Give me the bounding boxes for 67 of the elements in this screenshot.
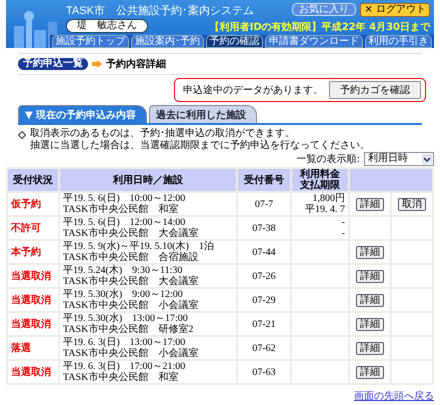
detail-button[interactable]: 詳細 [356, 318, 384, 330]
nav-tab[interactable]: 施設案内･予約 [131, 35, 204, 48]
number-cell: 07-62 [238, 337, 290, 359]
date-facility-cell: 平19. 5. 6(日) 12:00～14:00 TASK市中央公民館 大会議室 [60, 217, 236, 239]
column-header: 利用日時／施設 [60, 169, 236, 191]
status-cell: 当選取消 [8, 265, 58, 287]
cancel-button[interactable]: 取消 [398, 198, 426, 210]
nav-tab[interactable]: 予約の確認 [206, 35, 264, 48]
detail-button[interactable]: 詳細 [356, 270, 384, 282]
arrow-icon [92, 60, 102, 68]
detail-button[interactable]: 詳細 [356, 246, 384, 258]
breadcrumb-current: 予約内容詳細 [106, 57, 166, 71]
date-facility-cell: 平19. 6. 3(日) 17:00～21:00 TASK市中央公民館 和室 [60, 361, 236, 383]
fee-cell [292, 313, 348, 335]
caret-icon [422, 154, 432, 164]
status-cell: 当選取消 [8, 289, 58, 311]
number-cell: 07-63 [238, 361, 290, 383]
date-facility-cell: 平19. 6. 3(日) 13:00～17:00 TASK市中央公民館 小会議室 [60, 337, 236, 359]
user-name: 堤 敏志さん [66, 19, 148, 33]
detail-button[interactable]: 詳細 [356, 366, 384, 378]
detail-button[interactable]: 詳細 [356, 198, 384, 210]
fee-cell: 1,800円 平19. 4. 7 [292, 193, 348, 215]
logout-button[interactable]: × ログアウト [360, 3, 430, 17]
fee-cell [292, 361, 348, 383]
date-facility-cell: 平19. 5.30(水) 9:00～12:00 TASK市中央公民館 小会議室 [60, 289, 236, 311]
fee-cell: - - [292, 217, 348, 239]
back-to-top-link[interactable]: 画面の先頭へ戻る [6, 389, 434, 403]
tab[interactable]: ▼ 現在の予約申込み内容 [18, 105, 148, 123]
app-title: TASK市 公共施設予約･案内システム [66, 4, 254, 18]
cart-button[interactable]: 予約カゴを確認 [329, 81, 421, 99]
status-cell: 不許可 [8, 217, 58, 239]
nav-tab[interactable]: 施設予約トップ [52, 35, 130, 48]
sort-dropdown[interactable]: 利用日時 [364, 152, 434, 166]
date-facility-cell: 平19. 5.30(水) 13:00～17:00 TASK市中央公民館 研修室2 [60, 313, 236, 335]
date-facility-cell: 平19. 5. 9(水)～平19. 5.10(木) 1泊 TASK市中央公民館 合宿施設 [60, 241, 236, 263]
number-cell: 07-29 [238, 289, 290, 311]
diamond-icon [18, 131, 26, 139]
notice-message: 申込途中のデータがあります。 [183, 84, 323, 97]
detail-button[interactable]: 詳細 [356, 342, 384, 354]
breadcrumb-link[interactable]: 予約申込一覧 [18, 58, 88, 70]
number-cell: 07-38 [238, 217, 290, 239]
status-cell: 仮予約 [8, 193, 58, 215]
number-cell: 07-44 [238, 241, 290, 263]
note-text: 抽選に当選した場合は、当選確認期限までに予約申込を行なってください。 [30, 140, 370, 152]
nav-tab[interactable]: 申請書ダウンロード [265, 35, 363, 48]
number-cell: 07-21 [238, 313, 290, 335]
fee-cell [292, 241, 348, 263]
number-cell: 07-7 [238, 193, 290, 215]
expiry-notice: 【利用者IDの有効期限】平成22年 4月30日まで [210, 20, 430, 34]
fee-cell [292, 289, 348, 311]
date-facility-cell: 平19. 5. 6(日) 10:00～12:00 TASK市中央公民館 和室 [60, 193, 236, 215]
status-cell: 当選取消 [8, 361, 58, 383]
fee-cell [292, 265, 348, 287]
number-cell: 07-26 [238, 265, 290, 287]
sort-label: 一覧の表示順: [296, 152, 360, 166]
nav-tab[interactable]: 利用の手引き [364, 35, 432, 48]
column-header: 利用料金支払期限 [300, 169, 340, 191]
column-header: 受付番号 [238, 169, 290, 191]
date-facility-cell: 平19. 5.24(木) 9:30～11:30 TASK市中央公民館 大会議室 [60, 265, 236, 287]
tab[interactable]: 過去に利用した施設 [149, 105, 258, 123]
detail-button[interactable]: 詳細 [356, 294, 384, 306]
note-text: 取消表示のあるものは、予約･抽選申込の取消ができます。 [30, 128, 296, 140]
status-cell: 本予約 [8, 241, 58, 263]
fee-cell [292, 337, 348, 359]
status-cell: 落選 [8, 337, 58, 359]
status-cell: 当選取消 [8, 313, 58, 335]
column-header: 受付状況 [8, 169, 58, 191]
